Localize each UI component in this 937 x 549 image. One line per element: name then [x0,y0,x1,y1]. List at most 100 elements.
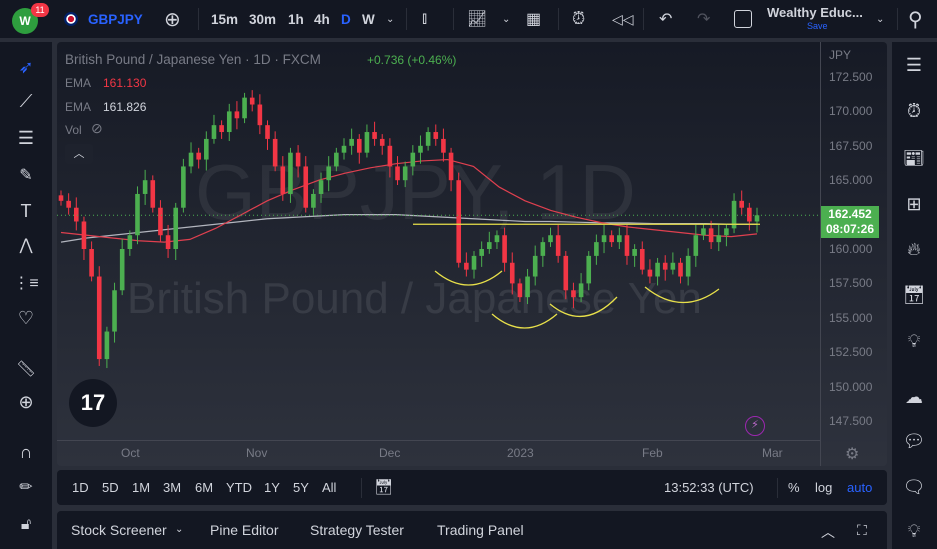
candle-body [617,235,622,243]
replay-icon[interactable]: ◁◁ [612,0,634,38]
interval-1h[interactable]: 1h [288,0,304,38]
chevron-down-icon[interactable]: ⌄ [502,0,510,38]
redo-icon[interactable]: ↷ [697,0,710,38]
alarm-clock-icon[interactable]: ⏰︎ [901,98,927,124]
heart-icon[interactable]: ♡ [13,305,39,331]
news-icon[interactable]: 📰︎ [901,145,927,171]
right-toolbar: ☰ ⏰︎ 📰︎ ⊞ 🔥︎ 📅︎ 💡︎ ☁︎ 💬︎ 🗨︎ 💡︎ [892,42,937,549]
symbol-search-button[interactable]: GBPJPY [88,0,143,38]
compare-button[interactable]: ⊕ [164,0,181,38]
text-icon[interactable]: T [13,198,39,224]
range-5y[interactable]: 5Y [293,480,309,495]
chats-icon[interactable]: 💬︎ [901,428,927,454]
range-5d[interactable]: 5D [102,480,119,495]
range-1y[interactable]: 1Y [264,480,280,495]
maximize-icon[interactable]: ⛶ [857,522,867,539]
tab-strategy-tester[interactable]: Strategy Tester [310,522,404,538]
candle-body [418,145,423,153]
undo-icon[interactable]: ↶ [659,0,672,38]
fullscreen-checkbox-icon[interactable] [734,10,752,28]
range-3m[interactable]: 3M [163,480,181,495]
candles-icon[interactable]: ⫾ [422,0,427,38]
tab-trading-panel[interactable]: Trading Panel [437,522,524,538]
candle-body [104,331,110,360]
candle-body [135,193,140,236]
price-tick: 170.000 [829,104,873,119]
chevron-down-icon[interactable]: ⌄ [876,0,884,38]
lock-icon[interactable]: 🔓︎ [13,512,39,538]
interval-30m[interactable]: 30m [249,0,276,38]
settings-gear-icon[interactable]: ⚙ [845,444,859,464]
calendar-icon[interactable]: 📅︎ [901,282,927,308]
ema-slow-line [60,214,757,243]
chevron-down-icon[interactable]: ⌄ [386,0,394,38]
percent-toggle[interactable]: % [788,480,800,495]
watchlist-icon[interactable]: ☰ [901,52,927,78]
candle-body [639,249,645,270]
candle-body [693,235,699,256]
candle-body [655,262,660,277]
prediction-icon[interactable]: ⋮≡ [13,270,39,296]
price-plot[interactable] [57,42,820,442]
hotlist-fire-icon[interactable]: 🔥︎ [901,236,927,262]
range-6m[interactable]: 6M [195,480,213,495]
trendline-icon[interactable]: ⟋ [13,88,39,114]
time-label: Feb [642,446,663,460]
candle-body [724,228,729,236]
interval-4h[interactable]: 4h [314,0,330,38]
chevron-up-icon[interactable]: ︿ [821,522,835,542]
time-label: Dec [379,446,401,460]
search-icon[interactable]: ⚲ [908,0,923,38]
magnet-icon[interactable]: ∩ [13,439,39,465]
interval-d[interactable]: D [341,0,351,38]
interval-15m[interactable]: 15m [211,0,238,38]
collapse-legend-button[interactable]: ︿ [65,144,93,164]
range-all[interactable]: All [322,480,336,495]
range-ytd[interactable]: YTD [226,480,252,495]
log-toggle[interactable]: log [815,480,832,495]
tradingview-logo[interactable]: 17 [69,379,117,427]
candle-body [364,132,370,153]
ideas-bulb-icon[interactable]: 💡︎ [901,328,927,354]
date-range-icon[interactable]: 📅︎ [374,478,393,496]
candle-body [670,262,676,270]
price-scale[interactable]: JPY 172.500 170.000 167.500 165.000 160.000 1… [820,42,887,466]
candle-body [379,138,385,146]
add-list-icon[interactable]: ⊞ [901,191,927,217]
candle-body [410,152,416,167]
ruler-icon[interactable]: 📏︎ [13,356,39,382]
cursor-icon[interactable]: ➶ [13,54,39,80]
currency-label[interactable]: JPY [829,48,851,62]
save-label[interactable]: Save [807,21,828,31]
fib-icon[interactable]: ☰ [13,125,39,151]
zoom-in-icon[interactable]: ⊕ [13,389,39,415]
interval-w[interactable]: W [362,0,375,38]
tab-stock-screener[interactable]: Stock Screener [71,522,167,538]
alert-icon[interactable]: ⏰︎ [572,0,585,38]
chart-pane[interactable]: GBPJPY, 1D British Pound / Japanese Yen … [57,42,887,466]
help-bulb-icon[interactable]: 💡︎ [901,518,927,544]
brush-icon[interactable]: ✎ [13,162,39,188]
auto-toggle[interactable]: auto [847,480,872,495]
event-flash-icon[interactable]: ⚡︎ [745,416,765,436]
chat-icon[interactable]: 🗨︎ [901,474,927,500]
time-axis[interactable]: Oct Nov Dec 2023 Feb Mar [57,440,820,466]
chevron-down-icon[interactable]: ⌄ [175,524,183,535]
indicators-icon[interactable]: 📈︎ [467,0,487,38]
lock-drawing-icon[interactable]: ✏︎ [13,474,39,500]
candle-body [188,152,194,167]
annotation-curve [491,313,558,329]
tab-pine-editor[interactable]: Pine Editor [210,522,278,538]
range-1d[interactable]: 1D [72,480,89,495]
candle-body [708,228,714,243]
streams-cloud-icon[interactable]: ☁︎ [901,384,927,410]
eye-hidden-icon[interactable]: ⊘ [91,120,103,137]
bottom-panel: Stock Screener ⌄ Pine Editor Strategy Te… [57,511,887,549]
price-tick: 155.000 [829,310,873,325]
clock-time[interactable]: 13:52:33 (UTC) [664,480,754,495]
candle-body [158,207,163,236]
layout-grid-icon[interactable]: ▦ [526,0,541,38]
pattern-icon[interactable]: ⋀ [13,232,39,258]
range-1m[interactable]: 1M [132,480,150,495]
candle-body [517,283,523,298]
